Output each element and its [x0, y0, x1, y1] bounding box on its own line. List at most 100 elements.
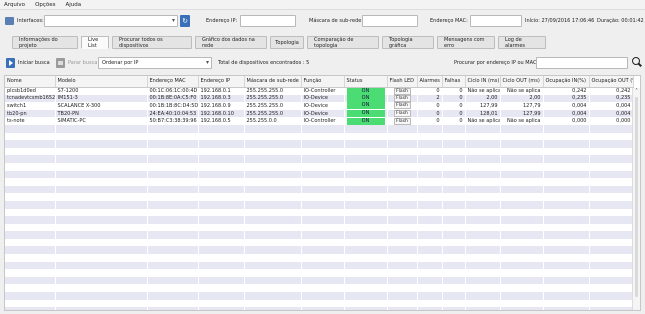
tab-live-list[interactable]: Live List: [81, 36, 109, 49]
menu-help[interactable]: Ajuda: [66, 2, 82, 8]
empty-cell: [589, 140, 633, 148]
empty-cell: [147, 269, 198, 277]
empty-cell: [198, 307, 244, 310]
tab-search-devices[interactable]: Procurar todos os dispositivos: [112, 36, 192, 49]
empty-row: [5, 246, 633, 255]
tab-bar: Informações do projeto Live List Procura…: [12, 36, 549, 50]
tab-alarm-log[interactable]: Log de alarmes: [498, 36, 546, 49]
mac-field[interactable]: [470, 15, 522, 27]
flash-button[interactable]: Flash: [393, 110, 411, 118]
search-icon[interactable]: [632, 57, 640, 65]
empty-cell: [543, 140, 589, 148]
col-name[interactable]: Nome: [5, 76, 56, 88]
col-occupation-in[interactable]: Ocupação IN(%): [543, 76, 590, 88]
empty-cell: [543, 155, 589, 163]
col-cycle-in[interactable]: Ciclo IN (ms): [465, 76, 501, 88]
col-model[interactable]: Modelo: [55, 76, 148, 88]
table-cell: IO-Controller: [301, 87, 344, 95]
ip-field[interactable]: [240, 15, 296, 27]
flash-cell: Flash: [387, 117, 417, 125]
table-cell: 0: [442, 117, 465, 125]
table-row[interactable]: tb20-pn TB20-PN 24:EA:40:10:04:53 192.168.0…: [5, 109, 633, 118]
table-cell: Não se aplica: [465, 117, 500, 125]
empty-cell: [465, 223, 500, 232]
empty-cell: [500, 223, 543, 232]
tab-project-info[interactable]: Informações do projeto: [12, 36, 78, 49]
empty-cell: [589, 200, 633, 209]
empty-cell: [244, 132, 301, 141]
menu-bar: Arquivo Opções Ajuda: [0, 0, 645, 10]
table-cell: IO-Controller: [301, 117, 344, 125]
empty-row: [5, 170, 633, 179]
empty-cell: [442, 162, 465, 171]
tab-error-messages[interactable]: Mensagens com erro: [437, 36, 495, 49]
col-flash-led[interactable]: Flash LED: [387, 76, 418, 88]
sort-select[interactable]: Ordenar por IP: [98, 57, 212, 69]
flash-cell: Flash: [387, 87, 417, 95]
table-cell: 192.168.0.9: [198, 102, 244, 110]
empty-cell: [442, 254, 465, 262]
chevron-up-icon[interactable]: ˄: [633, 88, 640, 95]
col-function[interactable]: Função: [301, 76, 345, 88]
mask-field[interactable]: [362, 15, 418, 27]
devices-table: Nome Modelo Endereço MAC Endereço IP Más…: [4, 75, 641, 311]
play-icon: [6, 58, 15, 68]
empty-cell: [147, 307, 198, 310]
empty-cell: [387, 216, 417, 224]
menu-file[interactable]: Arquivo: [4, 2, 25, 8]
tab-graphic-topology[interactable]: Topologia gráfica: [382, 36, 434, 49]
status-badge: ON: [346, 87, 385, 95]
stop-search-button[interactable]: Parar busca: [56, 57, 97, 69]
col-alarms[interactable]: Alarmes: [417, 76, 443, 88]
search-ip-mac-input[interactable]: [536, 57, 628, 69]
vertical-scrollbar[interactable]: ˄: [632, 88, 640, 310]
table-row[interactable]: tcnadevtcsmb1652a IM151-3 00:1B:8E:0A:C5:F…: [5, 94, 633, 103]
col-ip[interactable]: Endereço IP: [198, 76, 245, 88]
menu-options[interactable]: Opções: [35, 2, 55, 8]
empty-cell: [589, 299, 633, 308]
start-search-button[interactable]: Iniciar busca: [6, 57, 50, 69]
table-row[interactable]: switch1 SCALANCE X-300 00:1B:1B:8C:D4:5D 19…: [5, 102, 633, 110]
empty-cell: [465, 132, 500, 141]
empty-cell: [465, 284, 500, 293]
col-cycle-out[interactable]: Ciclo OUT (ms): [500, 76, 544, 88]
empty-cell: [465, 185, 500, 194]
scrollbar-thumb[interactable]: [635, 97, 638, 297]
empty-cell: [543, 307, 589, 310]
empty-cell: [387, 155, 417, 163]
interfaces-select[interactable]: [44, 15, 178, 27]
empty-cell: [589, 238, 633, 247]
table-row[interactable]: ts-note SIMATIC-PC 50:B7:C3:38:39:96 192.16…: [5, 117, 633, 125]
col-mask[interactable]: Máscara de sub-rede: [244, 76, 302, 88]
empty-cell: [589, 223, 633, 232]
empty-cell: [301, 178, 344, 186]
empty-cell: [589, 162, 633, 171]
tab-topology[interactable]: Topologia: [270, 36, 304, 49]
flash-button[interactable]: Flash: [393, 102, 411, 110]
table-cell: 50:B7:C3:38:39:96: [147, 117, 198, 125]
empty-cell: [5, 254, 55, 262]
tab-topology-compare[interactable]: Comparação de topologia: [307, 36, 379, 49]
empty-cell: [500, 238, 543, 247]
col-mac[interactable]: Endereço MAC: [147, 76, 199, 88]
empty-cell: [589, 292, 633, 300]
empty-cell: [543, 200, 589, 209]
col-failures[interactable]: Falhas: [442, 76, 466, 88]
table-row[interactable]: plcsb1d0ed S7-1200 00:1C:06:1C:00:4D 192.16…: [5, 87, 633, 95]
empty-row: [5, 231, 633, 239]
empty-cell: [244, 208, 301, 217]
empty-cell: [589, 276, 633, 285]
col-status[interactable]: Status: [344, 76, 388, 88]
col-occupation-out[interactable]: Ocupação OUT (%): [589, 76, 634, 88]
empty-cell: [387, 147, 417, 156]
tab-network-graph[interactable]: Gráfico dos dados na rede: [195, 36, 267, 49]
flash-button[interactable]: Flash: [393, 117, 411, 125]
refresh-icon[interactable]: ↻: [180, 15, 190, 27]
empty-cell: [147, 299, 198, 308]
empty-cell: [55, 292, 147, 300]
empty-cell: [417, 162, 442, 171]
empty-cell: [500, 284, 543, 293]
flash-button[interactable]: Flash: [393, 94, 411, 102]
flash-button[interactable]: Flash: [393, 87, 411, 95]
empty-cell: [442, 193, 465, 201]
